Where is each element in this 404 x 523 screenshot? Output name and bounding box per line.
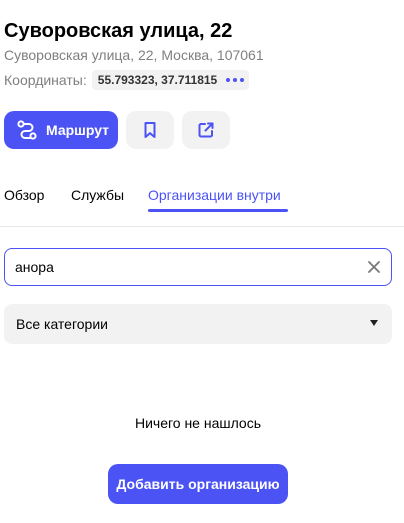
active-tab-indicator <box>148 209 288 212</box>
share-button[interactable] <box>182 111 230 149</box>
share-icon <box>198 122 214 138</box>
search-input[interactable] <box>15 249 355 285</box>
bookmark-button[interactable] <box>126 111 174 149</box>
route-button-label: Маршрут <box>46 122 110 138</box>
clear-icon[interactable] <box>367 260 381 274</box>
search-box[interactable] <box>4 248 392 286</box>
coordinates-chip[interactable]: 55.793323, 37.711815 <box>91 70 250 90</box>
bookmark-icon <box>144 122 156 138</box>
category-select-value: Все категории <box>16 316 108 332</box>
tab-bar: Обзор Службы Организации внутри <box>0 176 404 226</box>
route-icon <box>17 120 37 140</box>
coordinates-value[interactable]: 55.793323, 37.711815 <box>98 73 217 87</box>
chevron-down-icon <box>370 320 378 326</box>
tab-services[interactable]: Службы <box>71 186 124 204</box>
place-title: Суворовская улица, 22 <box>4 20 233 42</box>
tab-overview[interactable]: Обзор <box>4 186 44 204</box>
category-select[interactable]: Все категории <box>4 304 392 344</box>
route-button[interactable]: Маршрут <box>4 111 118 149</box>
coordinates-label: Координаты: <box>4 72 87 88</box>
tab-organizations-inside[interactable]: Организации внутри <box>148 186 281 204</box>
place-address: Суворовская улица, 22, Москва, 107061 <box>4 47 264 63</box>
add-organization-button[interactable]: Добавить организацию <box>108 464 288 504</box>
tabs-divider <box>0 226 404 227</box>
coordinates-row: Координаты: 55.793323, 37.711815 <box>4 70 250 90</box>
empty-state-message: Ничего не нашлось <box>134 415 262 431</box>
more-dots-icon[interactable] <box>226 78 245 82</box>
